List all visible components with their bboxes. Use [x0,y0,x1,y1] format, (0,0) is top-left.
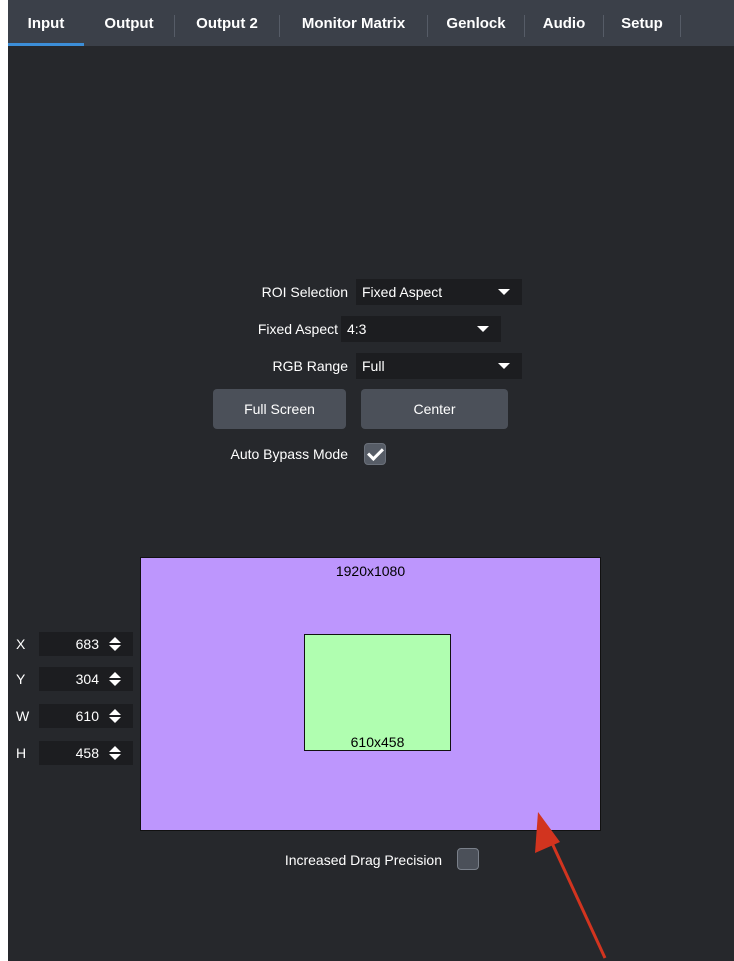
x-label: X [16,636,26,652]
rgb-range-value: Full [362,358,385,374]
stepper-icon[interactable] [109,746,121,760]
drag-precision-checkbox[interactable] [457,848,479,870]
center-button[interactable]: Center [361,389,508,429]
y-field[interactable]: 304 [39,667,133,691]
roi-selection-value: Fixed Aspect [362,284,443,300]
rgb-range-label: RGB Range [272,358,348,374]
w-value: 610 [75,708,99,724]
checkmark-icon [367,444,384,461]
h-value: 458 [75,745,99,761]
y-label: Y [16,671,26,687]
tab-output-2[interactable]: Output 2 [175,0,279,46]
x-field[interactable]: 683 [39,632,133,656]
tab-output[interactable]: Output [84,0,174,46]
tab-separator [680,15,681,37]
auto-bypass-checkbox[interactable] [364,443,386,465]
roi-canvas[interactable]: 1920x1080 610x458 [140,557,601,831]
tab-bar: Input Output Output 2 Monitor Matrix Gen… [8,0,734,46]
chevron-down-icon [498,289,510,295]
stepper-icon[interactable] [109,709,121,723]
auto-bypass-label: Auto Bypass Mode [230,446,348,462]
app-window: Input Output Output 2 Monitor Matrix Gen… [8,0,734,961]
full-screen-button[interactable]: Full Screen [213,389,346,429]
drag-precision-label: Increased Drag Precision [284,852,442,868]
fixed-aspect-dropdown[interactable]: 4:3 [341,316,501,342]
rgb-range-dropdown[interactable]: Full [356,353,522,379]
tab-audio[interactable]: Audio [525,0,603,46]
y-value: 304 [75,671,99,687]
tab-monitor-matrix[interactable]: Monitor Matrix [280,0,427,46]
w-field[interactable]: 610 [39,704,133,728]
roi-resolution-label: 610x458 [350,734,405,750]
tab-input[interactable]: Input [8,0,84,46]
source-resolution-label: 1920x1080 [335,563,406,579]
stepper-icon[interactable] [109,672,121,686]
roi-rectangle[interactable]: 610x458 [304,634,451,751]
chevron-down-icon [477,326,489,332]
roi-selection-label: ROI Selection [261,284,348,300]
h-label: H [16,745,27,761]
x-value: 683 [75,636,99,652]
tab-genlock[interactable]: Genlock [428,0,524,46]
w-label: W [16,708,30,724]
roi-selection-dropdown[interactable]: Fixed Aspect [356,279,522,305]
fixed-aspect-value: 4:3 [347,321,367,337]
h-field[interactable]: 458 [39,741,133,765]
tab-setup[interactable]: Setup [604,0,680,46]
chevron-down-icon [498,363,510,369]
stepper-icon[interactable] [109,637,121,651]
fixed-aspect-label: Fixed Aspect [257,321,338,337]
